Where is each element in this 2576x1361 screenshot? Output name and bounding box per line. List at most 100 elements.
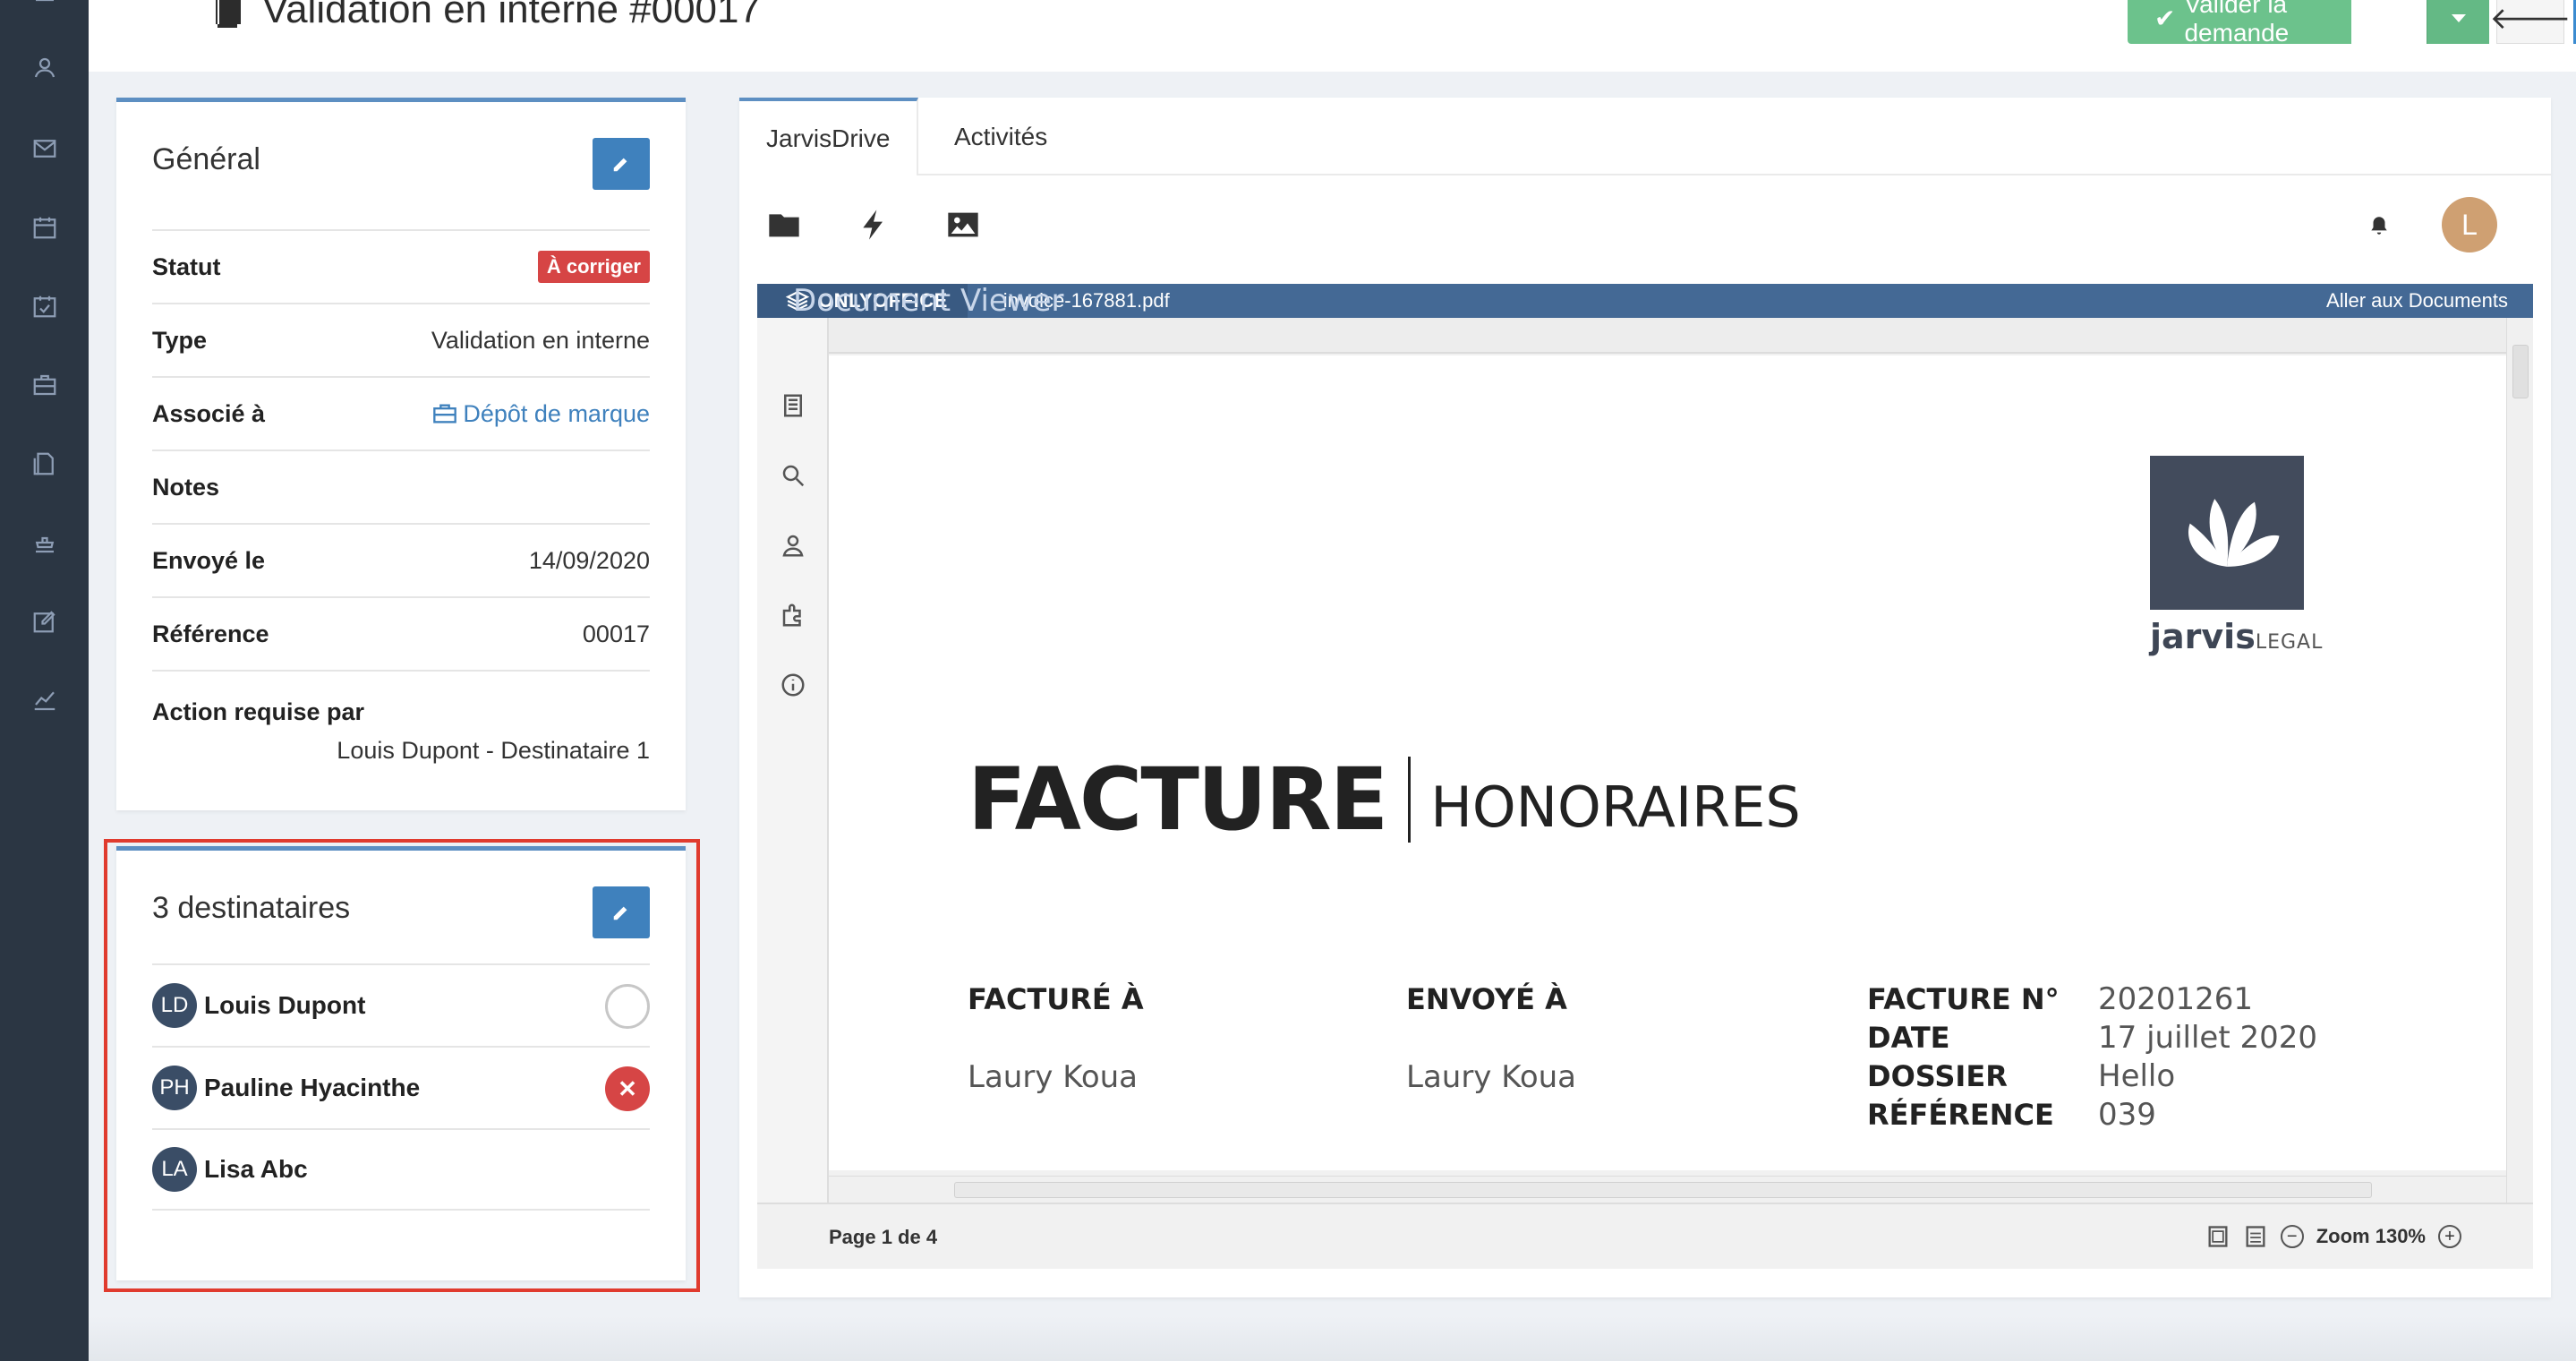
sent-to-label: ENVOYÉ À: [1406, 982, 1567, 1016]
invoice-number-value: 20201261: [2098, 981, 2254, 1017]
recipient-name: Lisa Abc: [204, 1155, 308, 1183]
jarvis-legal-wordmark: jarvisLEGAL: [2150, 617, 2323, 656]
fit-width-icon[interactable]: [2243, 1224, 2268, 1249]
briefcase-icon[interactable]: [27, 367, 63, 403]
recipients-card: 3 destinataires LD Louis Dupont PH Pauli…: [116, 846, 686, 1280]
action-required-label: Action requise par: [152, 698, 365, 725]
jarvis-legal-logo: [2150, 456, 2304, 610]
zoom-level: Zoom 130%: [2316, 1225, 2426, 1247]
user-icon[interactable]: [777, 529, 809, 561]
viewer-statusbar: Page 1 de 4 − Zoom 130% +: [757, 1203, 2533, 1269]
horizontal-scroll-thumb[interactable]: [954, 1182, 2372, 1198]
sent-date-row: Envoyé le 14/09/2020: [152, 523, 650, 596]
notes-row: Notes: [152, 449, 650, 523]
general-card: Général Statut À corriger Type Validatio…: [116, 98, 686, 810]
edit-icon[interactable]: [27, 603, 63, 639]
logo-light-text: LEGAL: [2255, 631, 2324, 654]
general-details: Statut À corriger Type Validation en int…: [152, 229, 650, 777]
sent-date-label: Envoyé le: [152, 546, 266, 574]
avatar: LD: [152, 983, 197, 1028]
avatar: LA: [152, 1147, 197, 1192]
document-copy-icon: [216, 0, 241, 28]
invoice-subheading: HONORAIRES: [1430, 774, 1801, 840]
zoom-in-icon[interactable]: +: [2438, 1225, 2461, 1248]
arrow-left-icon: 🡐: [2489, 2, 2572, 36]
invoice-date-label: DATE: [1867, 1021, 1950, 1055]
back-button[interactable]: 🡐: [2489, 0, 2572, 44]
avatar: PH: [152, 1066, 197, 1110]
reference-doc-value: 039: [2098, 1097, 2156, 1133]
viewer-ruler: [829, 318, 2506, 354]
contacts-icon[interactable]: [27, 50, 63, 86]
briefcase-icon: [433, 404, 457, 424]
flower-icon: [2188, 499, 2280, 567]
page-title: Validation en interne #00017: [262, 0, 761, 31]
invoice-title: FACTURE HONORAIRES: [968, 749, 1801, 850]
validate-dropdown-button[interactable]: [2427, 0, 2489, 44]
reference-doc-label: RÉFÉRENCE: [1867, 1098, 2054, 1132]
viewer-header: ONLYOFFICE Document Viewer invoice-16788…: [757, 283, 2533, 319]
tab-bar: JarvisDrive Activités: [739, 98, 2551, 175]
type-row: Type Validation en interne: [152, 303, 650, 376]
recipients-card-title: 3 destinataires: [152, 891, 351, 925]
thumbnails-icon[interactable]: [777, 389, 809, 422]
horizontal-scrollbar[interactable]: [829, 1176, 2506, 1203]
folder-icon[interactable]: [762, 202, 806, 247]
image-icon[interactable]: [941, 202, 985, 247]
status-badge: À corriger: [537, 251, 650, 283]
menu-icon[interactable]: [27, 0, 63, 18]
type-label: Type: [152, 326, 208, 354]
billed-to-label: FACTURÉ À: [968, 982, 1144, 1016]
viewer-mode: Document Viewer: [793, 283, 1064, 319]
zoom-controls: − Zoom 130% +: [2205, 1224, 2461, 1249]
info-icon[interactable]: [777, 669, 809, 701]
onlyoffice-logo: ONLYOFFICE Document Viewer: [757, 283, 1064, 319]
go-to-documents-link[interactable]: Aller aux Documents: [2326, 284, 2508, 318]
logo-bold-text: jarvis: [2150, 617, 2256, 656]
reference-label: Référence: [152, 620, 269, 647]
vertical-scroll-thumb[interactable]: [2512, 345, 2529, 398]
lightning-icon[interactable]: [851, 202, 896, 247]
zoom-out-icon[interactable]: −: [2280, 1225, 2304, 1248]
billed-to-value: Laury Koua: [968, 1059, 1139, 1095]
general-card-title: Général: [152, 142, 260, 176]
vertical-scrollbar[interactable]: [2506, 318, 2533, 1203]
validate-request-button[interactable]: ✔ Valider la demande: [2128, 0, 2351, 47]
edit-general-button[interactable]: [593, 138, 650, 190]
plugins-icon[interactable]: [777, 599, 809, 631]
search-icon[interactable]: [777, 459, 809, 492]
status-row: Statut À corriger: [152, 229, 650, 303]
associated-row: Associé à Dépôt de marque: [152, 376, 650, 449]
page-title-group: Validation en interne #00017: [205, 0, 761, 32]
chart-icon[interactable]: [27, 682, 63, 718]
invoice-number-label: FACTURE N°: [1867, 982, 2060, 1016]
action-required-value: Louis Dupont - Destinataire 1: [337, 737, 650, 764]
status-label: Statut: [152, 253, 221, 280]
viewer-sidebar: [757, 318, 829, 1203]
edit-recipients-button[interactable]: [593, 886, 650, 938]
reference-value: 00017: [582, 620, 650, 647]
associated-link[interactable]: Dépôt de marque: [432, 400, 650, 428]
left-nav-rail: [0, 0, 89, 1361]
list-item[interactable]: LA Lisa Abc: [152, 1128, 650, 1211]
tasks-icon[interactable]: [27, 288, 63, 324]
bell-icon[interactable]: [2361, 208, 2397, 244]
fit-page-icon[interactable]: [2205, 1224, 2231, 1249]
sent-to-value: Laury Koua: [1406, 1059, 1577, 1095]
documents-icon[interactable]: [27, 446, 63, 482]
page-indicator: Page 1 de 4: [829, 1226, 938, 1248]
document-page: jarvisLEGAL FACTURE HONORAIRES FACTURÉ À…: [829, 355, 2506, 1170]
title-divider: [1408, 757, 1412, 843]
list-item[interactable]: LD Louis Dupont: [152, 963, 650, 1046]
recipients-list: LD Louis Dupont PH Pauline Hyacinthe ✕ L…: [152, 963, 650, 1211]
user-avatar[interactable]: L: [2442, 197, 2497, 253]
stamp-icon[interactable]: [27, 525, 63, 561]
tab-activities[interactable]: Activités: [927, 98, 1074, 175]
mail-icon[interactable]: [27, 131, 63, 167]
dossier-label: DOSSIER: [1867, 1059, 2008, 1093]
list-item[interactable]: PH Pauline Hyacinthe ✕: [152, 1046, 650, 1128]
tab-jarvisdrive[interactable]: JarvisDrive: [739, 98, 919, 175]
calendar-icon[interactable]: [27, 210, 63, 245]
document-panel: JarvisDrive Activités L ONLYOFFICE Docum…: [739, 98, 2551, 1297]
sent-date-value: 14/09/2020: [528, 546, 650, 574]
